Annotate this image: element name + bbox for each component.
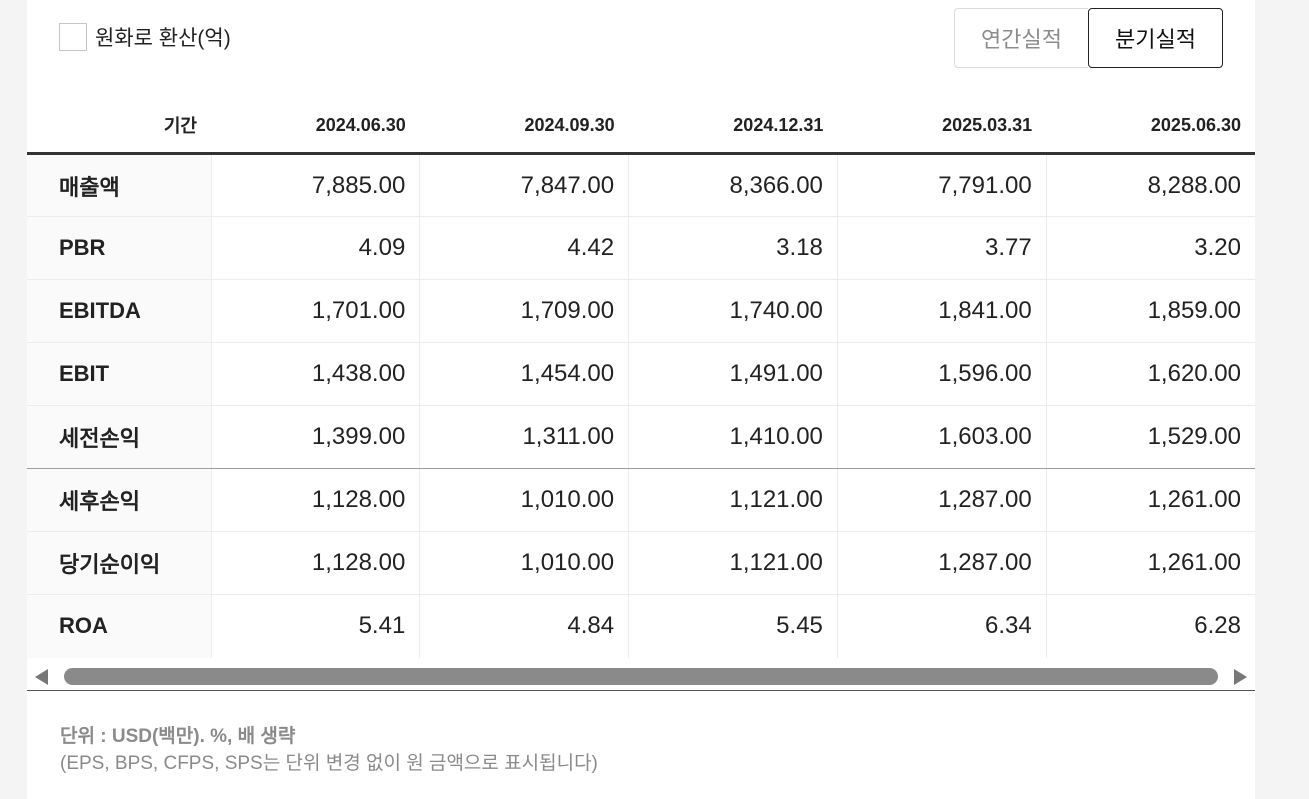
table-cell: 1,841.00 [836, 279, 1047, 343]
column-header: 2025.03.31 [837, 98, 1047, 155]
krw-convert-control[interactable]: 원화로 환산(억) [59, 22, 231, 52]
table-cell: 1,287.00 [836, 468, 1047, 532]
table-cell: 4.09 [210, 216, 420, 280]
table-cell: 7,791.00 [836, 153, 1047, 217]
krw-convert-checkbox[interactable] [59, 23, 87, 51]
krw-convert-label: 원화로 환산(억) [95, 27, 231, 50]
table-cell: 1,740.00 [628, 279, 838, 343]
tab-annual[interactable]: 연간실적 [954, 8, 1088, 68]
table-cell: 6.34 [836, 594, 1047, 658]
table-cell: 1,529.00 [1045, 405, 1255, 469]
footnote: 단위 : USD(백만). %, 배 생략 (EPS, BPS, CFPS, S… [60, 724, 598, 778]
table-row: 세전손익 1,399.00 1,311.00 1,410.00 1,603.00 1,52… [27, 405, 1255, 469]
unit-note: 단위 : USD(백만). %, 배 생략 [60, 726, 296, 747]
row-label: PBR [27, 216, 211, 280]
horizontal-scrollbar[interactable] [27, 663, 1255, 691]
row-label: 매출액 [27, 153, 211, 217]
table-row: ROA 5.41 4.84 5.45 6.34 6.28 [27, 594, 1255, 658]
table-cell: 1,410.00 [628, 405, 838, 469]
table-cell: 1,603.00 [836, 405, 1047, 469]
period-toggle: 연간실적 분기실적 [954, 8, 1223, 68]
table-cell: 1,121.00 [628, 468, 838, 532]
column-header: 2024.06.30 [211, 98, 420, 155]
scrollbar-thumb[interactable] [64, 668, 1218, 685]
table-body: 매출액 7,885.00 7,847.00 8,366.00 7,791.00 8,288… [27, 153, 1255, 658]
triangle-left-icon[interactable] [35, 669, 48, 685]
table-cell: 1,261.00 [1045, 468, 1255, 532]
table-row: PBR 4.09 4.42 3.18 3.77 3.20 [27, 216, 1255, 280]
table-cell: 8,288.00 [1045, 153, 1255, 217]
table-cell: 1,311.00 [419, 405, 629, 469]
table-cell: 1,010.00 [419, 468, 629, 532]
table-cell: 1,491.00 [628, 342, 838, 406]
table-cell: 1,128.00 [210, 468, 420, 532]
table-cell: 4.42 [419, 216, 629, 280]
table-cell: 1,261.00 [1045, 531, 1255, 595]
format-note: (EPS, BPS, CFPS, SPS는 단위 변경 없이 원 금액으로 표시… [60, 753, 598, 774]
tab-quarterly[interactable]: 분기실적 [1088, 8, 1223, 68]
column-header: 2024.09.30 [419, 98, 629, 155]
table-cell: 5.41 [210, 594, 420, 658]
table-cell: 7,847.00 [419, 153, 629, 217]
column-header: 2024.12.31 [628, 98, 838, 155]
table-cell: 7,885.00 [210, 153, 420, 217]
table-cell: 1,399.00 [210, 405, 420, 469]
table-row: 세후손익 1,128.00 1,010.00 1,121.00 1,287.00 1,26… [27, 468, 1255, 532]
table-row: EBITDA 1,701.00 1,709.00 1,740.00 1,841.00 1,… [27, 279, 1255, 343]
row-label: ROA [27, 594, 211, 658]
period-header: 기간 [27, 98, 211, 155]
table-cell: 1,438.00 [210, 342, 420, 406]
financial-panel: 원화로 환산(억) 연간실적 분기실적 기간 2024.06.30 2024.0… [27, 0, 1255, 799]
table-cell: 3.18 [628, 216, 838, 280]
row-label: 당기순이익 [27, 531, 211, 595]
table-cell: 3.77 [836, 216, 1047, 280]
table-cell: 1,709.00 [419, 279, 629, 343]
table-cell: 1,596.00 [836, 342, 1047, 406]
row-label: EBIT [27, 342, 211, 406]
table-row: 당기순이익 1,128.00 1,010.00 1,121.00 1,287.00 1,2… [27, 531, 1255, 595]
triangle-right-icon[interactable] [1234, 669, 1247, 685]
table-cell: 1,859.00 [1045, 279, 1255, 343]
table-header-row: 기간 2024.06.30 2024.09.30 2024.12.31 2025… [27, 98, 1255, 155]
table-cell: 1,010.00 [419, 531, 629, 595]
table-cell: 1,701.00 [210, 279, 420, 343]
financial-table: 기간 2024.06.30 2024.09.30 2024.12.31 2025… [27, 98, 1255, 658]
table-cell: 1,287.00 [836, 531, 1047, 595]
row-label: EBITDA [27, 279, 211, 343]
row-label: 세후손익 [27, 468, 211, 532]
table-cell: 4.84 [419, 594, 629, 658]
table-cell: 6.28 [1045, 594, 1255, 658]
table-cell: 1,121.00 [628, 531, 838, 595]
column-header: 2025.06.30 [1046, 98, 1255, 155]
table-cell: 1,620.00 [1045, 342, 1255, 406]
table-row: EBIT 1,438.00 1,454.00 1,491.00 1,596.00 1,62… [27, 342, 1255, 406]
table-cell: 5.45 [628, 594, 838, 658]
row-label: 세전손익 [27, 405, 211, 469]
table-cell: 8,366.00 [628, 153, 838, 217]
table-cell: 3.20 [1045, 216, 1255, 280]
table-row: 매출액 7,885.00 7,847.00 8,366.00 7,791.00 8,288… [27, 153, 1255, 217]
table-cell: 1,128.00 [210, 531, 420, 595]
table-cell: 1,454.00 [419, 342, 629, 406]
